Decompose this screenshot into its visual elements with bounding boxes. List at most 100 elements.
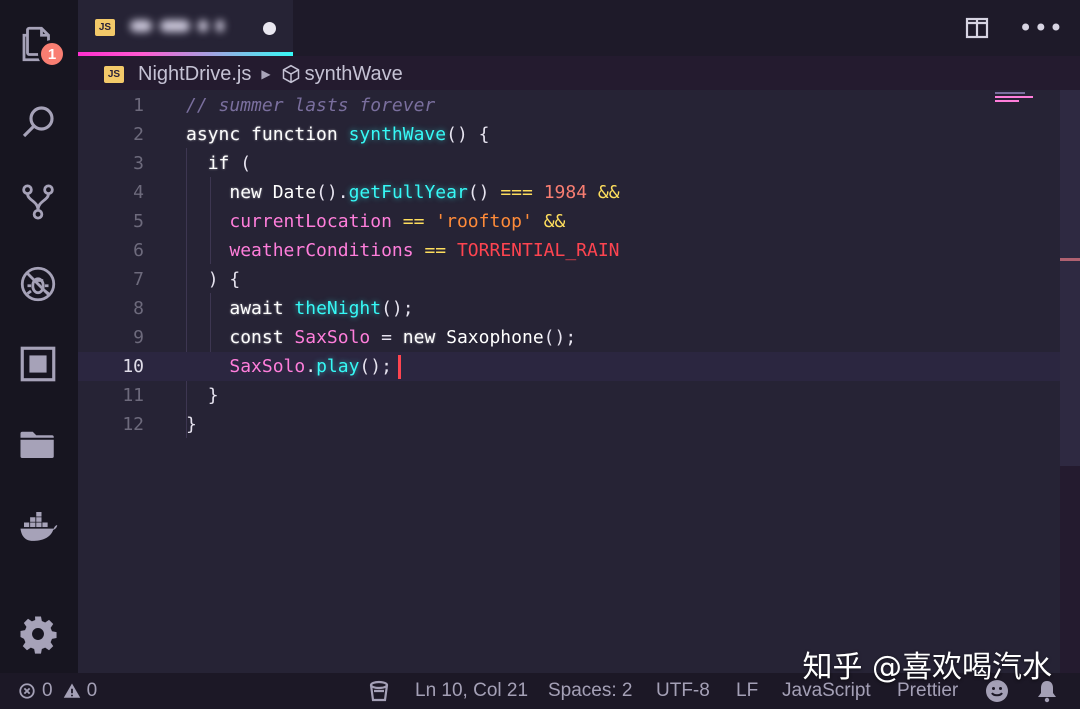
code-token: ( [229,153,252,174]
code-line[interactable]: 8 await theNight(); [78,294,1060,323]
docker-icon[interactable] [14,502,62,550]
more-actions-icon[interactable]: ••• [1019,14,1064,42]
code-text: ) { [186,265,241,294]
code-line[interactable]: 9 const SaxSolo = new Saxophone(); [78,323,1060,352]
code-text: SaxSolo.play(); [186,352,401,381]
scrollbar-cursor-marker [1060,258,1080,261]
code-token: . [305,356,317,377]
code-line[interactable]: 11 } [78,381,1060,410]
code-line[interactable]: 6 weatherConditions == TORRENTIAL_RAIN [78,236,1060,265]
code-token: } [207,385,219,406]
code-line[interactable]: 5 currentLocation == 'rooftop' && [78,207,1060,236]
code-text: if ( [186,149,251,178]
minimap[interactable] [995,92,1035,112]
line-number: 5 [133,211,144,232]
code-text: await theNight(); [186,294,413,323]
code-editor[interactable]: 1 // summer lasts forever 2 async function … [78,90,1060,673]
indentation[interactable]: Spaces: 2 [548,673,633,709]
code-token: const [229,327,295,348]
line-number: 1 [133,95,144,116]
search-icon[interactable] [14,98,62,146]
code-token: if [207,153,230,174]
code-text: } [186,381,219,410]
vertical-scrollbar[interactable] [1060,90,1080,466]
breadcrumb-symbol[interactable]: synthWave [305,63,403,86]
line-number: 2 [133,124,144,145]
code-token: == [424,240,447,261]
code-token: async function [186,124,349,145]
watermark: 知乎 @喜欢喝汽水 [802,650,1052,685]
encoding[interactable]: UTF-8 [656,673,710,709]
code-token: } [186,414,197,435]
line-number: 8 [133,298,144,319]
gear-icon[interactable] [14,610,62,658]
bucket-icon[interactable] [368,673,390,709]
code-token: === [500,182,533,203]
code-line[interactable]: 10 SaxSolo.play(); [78,352,1060,381]
line-number: 12 [122,414,144,435]
debug-icon[interactable] [14,260,62,308]
split-editor-icon[interactable] [965,17,989,39]
js-file-icon: JS [95,19,115,36]
code-token: = [370,327,403,348]
code-text: currentLocation == 'rooftop' && [186,207,565,236]
tab-active[interactable]: JS [78,0,293,56]
code-token: SaxSolo [294,327,371,348]
tab-active-indicator [78,52,293,56]
code-line[interactable]: 4 new Date().getFullYear() === 1984 && [78,178,1060,207]
line-number: 11 [122,385,144,406]
code-token: weatherConditions [229,240,414,261]
code-token: ) { [207,269,241,290]
code-token: Saxophone [446,327,544,348]
folder-icon[interactable] [14,420,62,468]
warning-icon [63,683,80,698]
code-token: () { [446,124,490,145]
line-number: 6 [133,240,144,261]
code-token: new [229,182,273,203]
code-token: 'rooftop' [435,211,533,232]
breadcrumb: JS NightDrive.js ▶ synthWave [104,58,403,90]
code-token: && [597,182,620,203]
cursor-position[interactable]: Ln 10, Col 21 [415,673,528,709]
code-token: await [229,298,295,319]
line-number: 4 [133,182,144,203]
line-number: 9 [133,327,144,348]
code-line[interactable]: 7 ) { [78,265,1060,294]
code-token: (); [359,356,392,377]
code-token: play [316,356,360,377]
problems-indicator[interactable]: 0 0 [18,673,97,709]
code-text: weatherConditions == TORRENTIAL_RAIN [186,236,619,265]
code-line[interactable]: 12} [78,410,1060,439]
code-token: == [402,211,425,232]
text-cursor [397,355,401,379]
tab-bar: JS ••• [78,0,1080,56]
code-text: // summer lasts forever [186,91,435,120]
code-line[interactable]: 3 if ( [78,149,1060,178]
source-control-icon[interactable] [14,178,62,226]
code-line[interactable]: 2 async function synthWave() { [78,120,1060,149]
code-token: theNight [294,298,382,319]
code-line[interactable]: 1 // summer lasts forever [78,91,1060,120]
line-endings[interactable]: LF [736,673,758,709]
extensions-icon[interactable] [14,340,62,388]
warning-count: 0 [86,680,98,701]
line-number: 10 [122,356,144,377]
code-token: (). [316,182,349,203]
code-token: getFullYear [348,182,468,203]
unsaved-dot-icon[interactable] [263,22,276,35]
error-icon [19,683,35,699]
breadcrumb-file[interactable]: NightDrive.js [138,63,251,86]
code-text: const SaxSolo = new Saxophone(); [186,323,576,352]
code-token: currentLocation [229,211,392,232]
